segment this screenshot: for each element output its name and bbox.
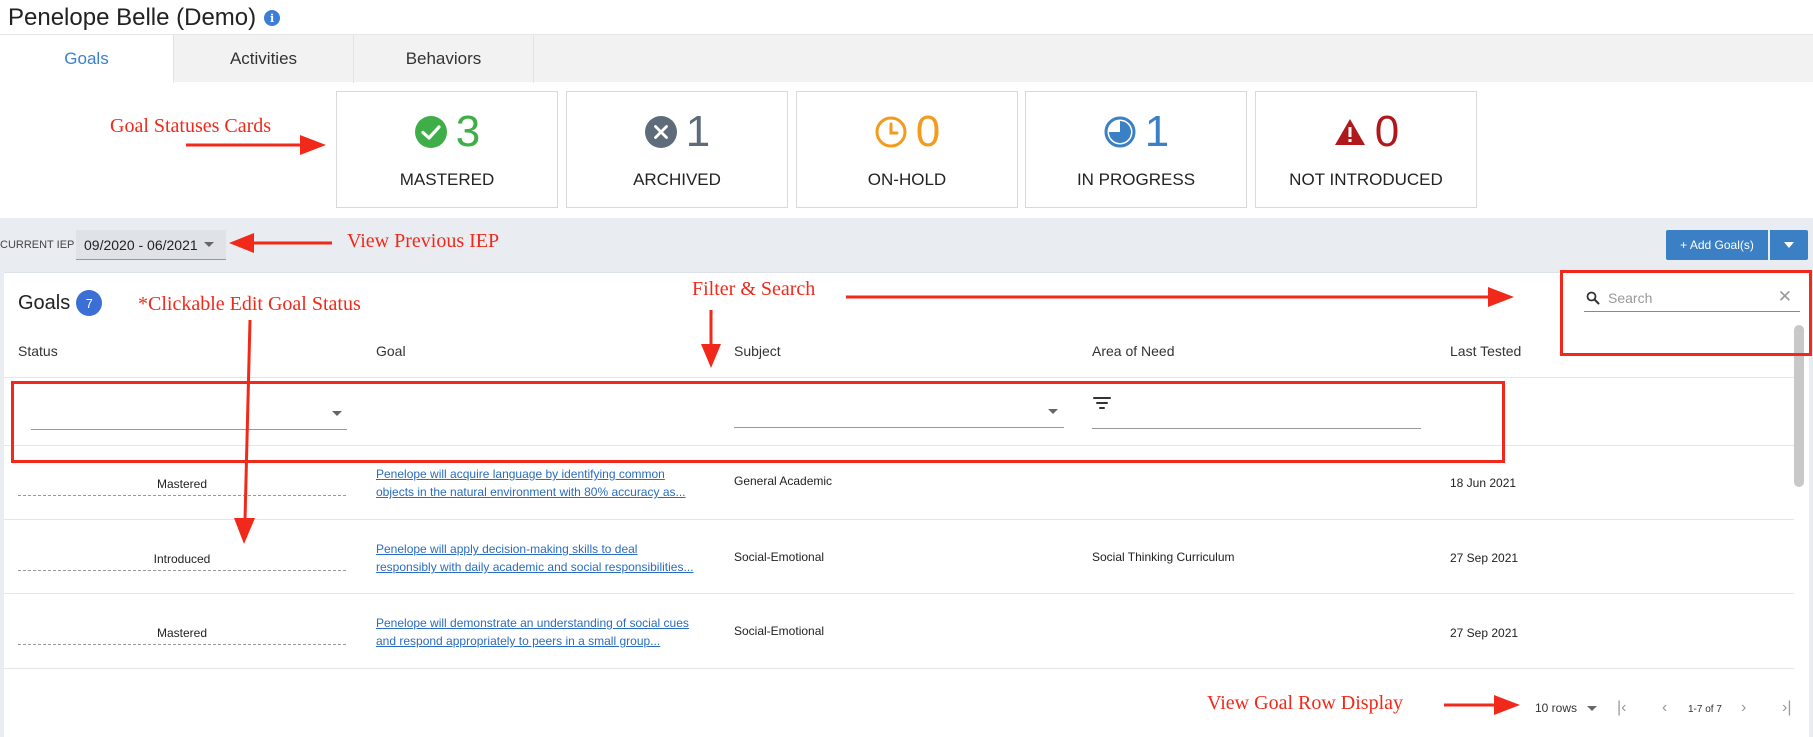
info-icon[interactable]: i xyxy=(264,10,281,26)
iep-select-value: 09/2020 - 06/2021 xyxy=(84,236,198,253)
mastered-label: MASTERED xyxy=(399,170,495,189)
annotation-arrow xyxy=(701,310,721,368)
status-card-mastered[interactable]: 3 MASTERED xyxy=(336,91,558,208)
tab-bar: Goals Activities Behaviors xyxy=(0,34,1813,83)
previous-page-icon[interactable]: ‹ xyxy=(1662,699,1667,717)
status-card-on-hold[interactable]: 0 ON-HOLD xyxy=(796,91,1018,208)
rows-per-page-select[interactable]: 10 rows xyxy=(1535,701,1577,715)
not-introduced-label: NOT INTRODUCED xyxy=(1289,170,1443,189)
on-hold-label: ON-HOLD xyxy=(867,170,947,189)
iep-select[interactable]: 09/2020 - 06/2021 xyxy=(76,230,226,260)
row-status-editable[interactable]: Mastered xyxy=(18,477,346,496)
annotation-arrow xyxy=(846,287,1514,307)
divider xyxy=(4,668,1794,669)
archived-label: ARCHIVED xyxy=(633,170,721,189)
goals-title: Goals xyxy=(18,291,71,314)
column-header-subject[interactable]: Subject xyxy=(734,343,781,359)
annotation-box xyxy=(11,381,1505,463)
goal-text-line[interactable]: objects in the natural environment with … xyxy=(376,483,706,501)
goal-text-line[interactable]: and respond appropriately to peers in a … xyxy=(376,632,706,650)
annotation-previous-iep: View Previous IEP xyxy=(347,230,500,252)
goal-text-line[interactable]: Penelope will acquire language by identi… xyxy=(376,465,706,483)
annotation-box xyxy=(1560,270,1812,356)
check-circle-icon xyxy=(414,116,447,148)
row-subject: Social-Emotional xyxy=(734,550,825,564)
in-progress-label: IN PROGRESS xyxy=(1076,170,1196,189)
column-header-last-tested[interactable]: Last Tested xyxy=(1450,343,1521,359)
warning-icon xyxy=(1334,119,1365,145)
annotation-arrow xyxy=(1444,695,1520,715)
goals-count-badge: 7 xyxy=(76,290,103,316)
tab-behaviors[interactable]: Behaviors xyxy=(354,35,534,83)
add-goal-dropdown-button[interactable] xyxy=(1770,230,1808,260)
row-area-of-need: Social Thinking Curriculum xyxy=(1092,550,1235,564)
chevron-down-icon xyxy=(1784,242,1794,248)
goal-text-line[interactable]: responsibly with daily academic and soci… xyxy=(376,558,706,576)
x-circle-icon xyxy=(644,116,677,148)
row-goal-link[interactable]: Penelope will demonstrate an understandi… xyxy=(376,614,706,650)
first-page-icon[interactable]: |‹ xyxy=(1617,699,1626,717)
clock-icon xyxy=(875,116,907,148)
row-goal-link[interactable]: Penelope will acquire language by identi… xyxy=(376,465,706,501)
current-iep-label: CURRENT IEP xyxy=(0,239,75,251)
page-title: Penelope Belle (Demo) i xyxy=(8,4,281,32)
status-card-in-progress[interactable]: 1 IN PROGRESS xyxy=(1025,91,1247,208)
row-goal-link[interactable]: Penelope will apply decision-making skil… xyxy=(376,540,706,576)
add-goal-button[interactable]: + Add Goal(s) xyxy=(1666,230,1768,260)
next-page-icon[interactable]: › xyxy=(1741,699,1746,717)
column-header-area-of-need[interactable]: Area of Need xyxy=(1092,343,1175,359)
column-header-status[interactable]: Status xyxy=(18,343,58,359)
divider xyxy=(4,593,1794,594)
row-last-tested: 27 Sep 2021 xyxy=(1450,551,1519,565)
annotation-arrow xyxy=(229,233,332,253)
tab-activities[interactable]: Activities xyxy=(174,35,354,83)
row-status-editable[interactable]: Introduced xyxy=(18,552,346,571)
last-page-icon[interactable]: ›| xyxy=(1782,699,1791,717)
annotation-filter-search: Filter & Search xyxy=(692,278,816,300)
chevron-down-icon xyxy=(203,242,214,247)
chevron-down-icon[interactable] xyxy=(1587,706,1597,711)
goal-text-line[interactable]: Penelope will apply decision-making skil… xyxy=(376,540,706,558)
goal-text-line[interactable]: Penelope will demonstrate an understandi… xyxy=(376,614,706,632)
student-name: Penelope Belle (Demo) xyxy=(8,4,257,31)
mastered-count: 3 xyxy=(455,107,481,156)
annotation-edit-status: *Clickable Edit Goal Status xyxy=(138,293,361,315)
in-progress-count: 1 xyxy=(1144,107,1170,156)
divider xyxy=(4,377,1794,378)
archived-count: 1 xyxy=(685,107,711,156)
annotation-row-display: View Goal Row Display xyxy=(1207,692,1403,714)
rows-per-page-value: 10 rows xyxy=(1535,701,1578,715)
row-status-editable[interactable]: Mastered xyxy=(18,626,346,645)
pie-progress-icon xyxy=(1104,116,1136,148)
row-subject: General Academic xyxy=(734,474,833,488)
tab-goals[interactable]: Goals xyxy=(0,35,174,83)
row-last-tested: 27 Sep 2021 xyxy=(1450,626,1519,640)
annotation-arrow xyxy=(186,135,326,155)
row-subject: Social-Emotional xyxy=(734,624,825,638)
status-card-not-introduced[interactable]: 0 NOT INTRODUCED xyxy=(1255,91,1477,208)
page-range: 1-7 of 7 xyxy=(1688,704,1722,715)
not-introduced-count: 0 xyxy=(1374,107,1400,156)
goals-heading: Goals 7 xyxy=(18,290,103,316)
on-hold-count: 0 xyxy=(915,107,941,156)
column-header-goal[interactable]: Goal xyxy=(376,343,406,359)
divider xyxy=(4,519,1794,520)
row-last-tested: 18 Jun 2021 xyxy=(1450,476,1517,490)
status-card-archived[interactable]: 1 ARCHIVED xyxy=(566,91,788,208)
